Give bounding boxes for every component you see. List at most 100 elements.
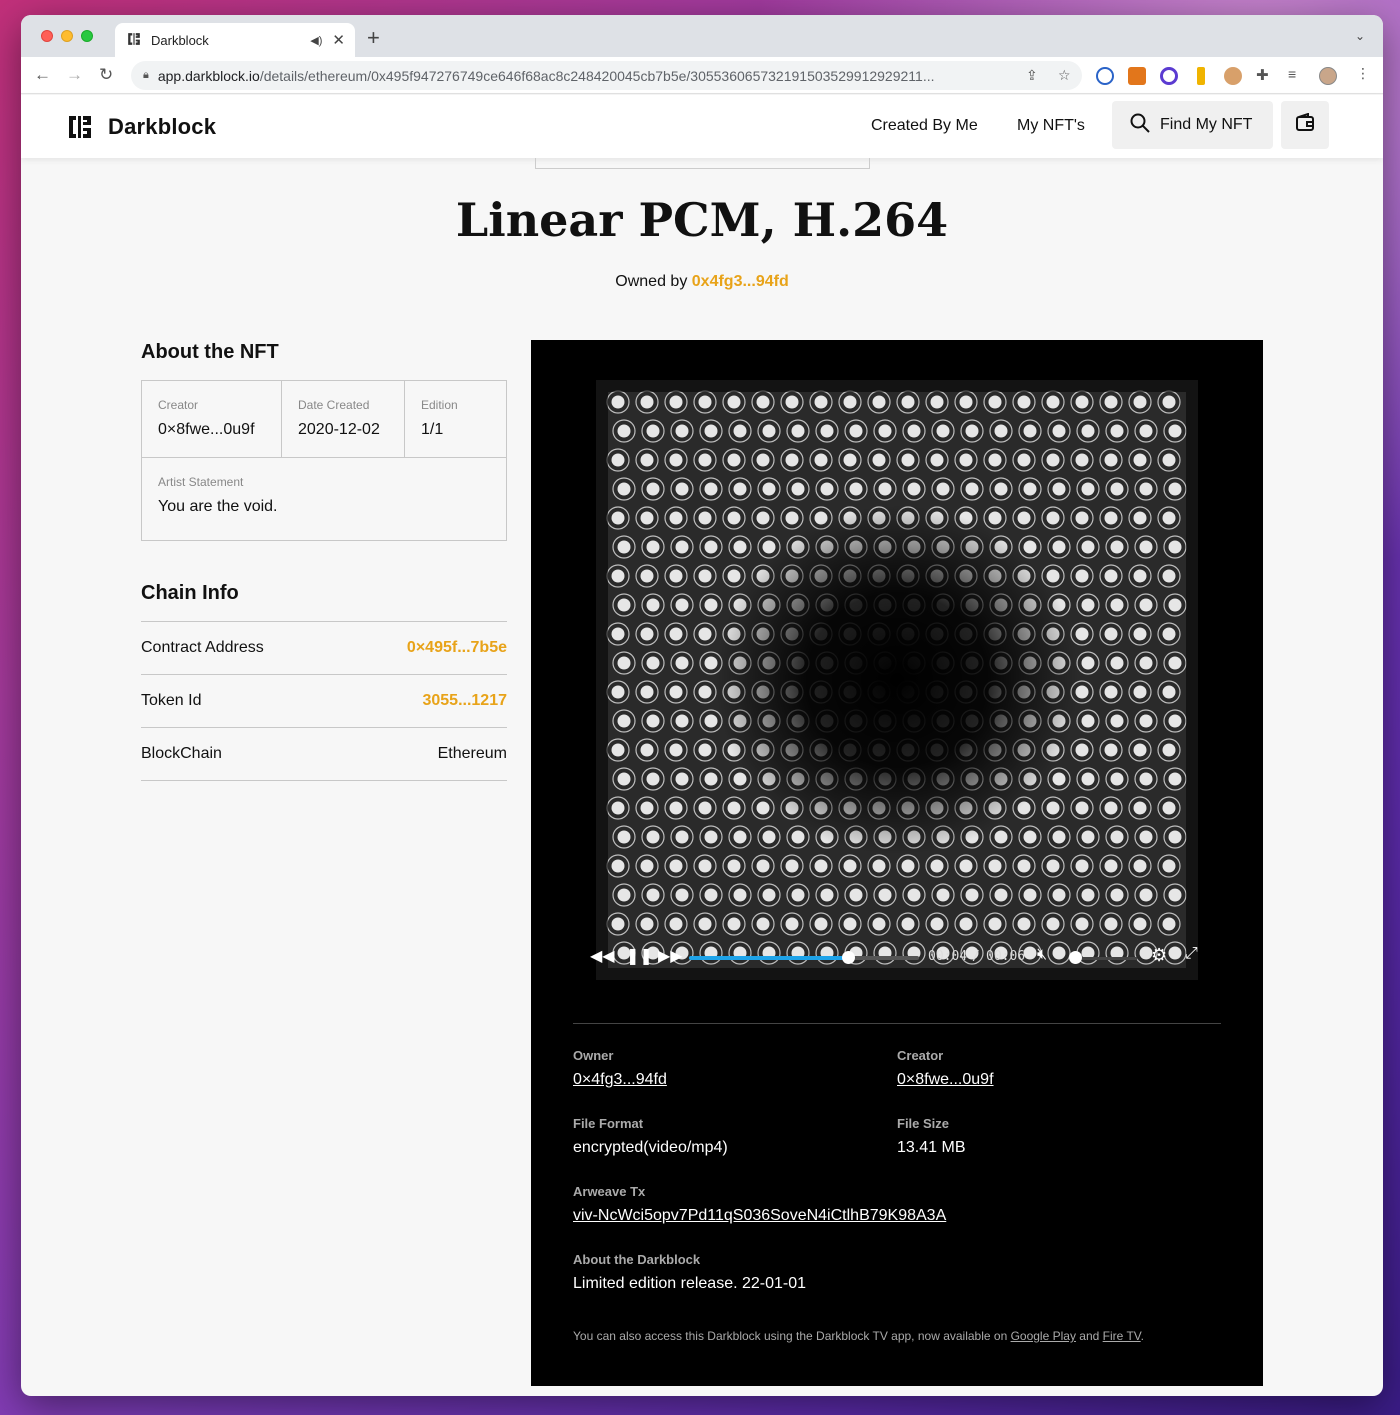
image-frame-edge xyxy=(535,158,870,169)
owner-meta: Owner 0×4fg3...94fd xyxy=(573,1048,667,1089)
close-window-button[interactable] xyxy=(41,30,53,42)
token-id-link[interactable]: 3055...1217 xyxy=(422,692,507,710)
wallet-button[interactable] xyxy=(1281,101,1329,149)
forward-arrow-icon[interactable]: → xyxy=(66,65,83,85)
browser-tab[interactable]: Darkblock ◀) ✕ xyxy=(115,23,355,57)
creator-label: Creator xyxy=(158,398,199,412)
video-frame-artwork xyxy=(596,380,1198,980)
contract-address-label: Contract Address xyxy=(141,639,264,656)
tab-search-chevron-icon[interactable]: ⌄ xyxy=(1355,29,1365,43)
creator-link[interactable]: 0×8fwe...0u9f xyxy=(897,1071,994,1089)
password-manager-extension-icon[interactable] xyxy=(1096,67,1114,85)
nft-title: Linear PCM, H.264 xyxy=(455,193,949,247)
blockchain-label: BlockChain xyxy=(141,745,222,762)
reload-icon[interactable]: ↻ xyxy=(99,65,113,85)
edition-cell: Edition 1/1 xyxy=(405,381,506,457)
find-my-nft-button[interactable]: Find My NFT xyxy=(1112,101,1273,149)
url-text[interactable]: app.darkblock.io/details/ethereum/0x495f… xyxy=(158,68,1008,84)
mute-icon[interactable]: 🔇︎ xyxy=(1037,946,1047,964)
owned-by-label: Owned by xyxy=(615,273,688,290)
app-header: Darkblock Created By Me My NFT's Find My… xyxy=(21,95,1383,158)
arweave-label: Arweave Tx xyxy=(573,1184,646,1199)
file-size-value: 13.41 MB xyxy=(897,1139,966,1156)
avatar-extension-icon[interactable] xyxy=(1224,67,1242,85)
browser-menu-icon[interactable]: ⋮ xyxy=(1356,65,1370,82)
key-extension-icon[interactable] xyxy=(1197,67,1205,85)
url-host: app.darkblock.io xyxy=(157,67,260,84)
extension-icon[interactable] xyxy=(1160,67,1178,85)
lock-icon: 🔒︎ xyxy=(143,69,149,81)
date-created-value: 2020-12-02 xyxy=(298,421,380,438)
creator-meta: Creator 0×8fwe...0u9f xyxy=(897,1048,994,1089)
footnote-and: and xyxy=(1075,1329,1103,1343)
fullscreen-icon[interactable]: ⤢ xyxy=(1185,945,1198,963)
wallet-icon xyxy=(1295,112,1315,138)
nav-my-nfts[interactable]: My NFT's xyxy=(1017,117,1085,135)
zoom-window-button[interactable] xyxy=(81,30,93,42)
token-id-label: Token Id xyxy=(141,692,202,709)
details-divider xyxy=(573,1023,1221,1024)
owned-by-line: Owned by 0x4fg3...94fd xyxy=(21,273,1383,291)
arweave-meta: Arweave Tx viv-NcWci5opv7Pd11qS036SoveN4… xyxy=(573,1184,946,1225)
video-progress-bar[interactable] xyxy=(689,956,919,960)
current-time: 00:04 xyxy=(928,949,968,964)
media-controls-icon[interactable]: ≡ xyxy=(1288,66,1296,82)
video-progress-fill xyxy=(689,956,848,960)
chain-row-contract: Contract Address 0×495f...7b5e xyxy=(141,621,507,674)
video-progress-handle[interactable] xyxy=(841,951,855,964)
date-created-cell: Date Created 2020-12-02 xyxy=(282,381,405,457)
darkblock-favicon-icon xyxy=(127,32,143,48)
app-availability-note: You can also access this Darkblock using… xyxy=(573,1329,1144,1343)
footnote-end: . xyxy=(1140,1329,1145,1343)
share-icon[interactable]: ⇪ xyxy=(1026,67,1038,84)
artist-statement-label: Artist Statement xyxy=(158,475,244,489)
date-created-label: Date Created xyxy=(298,398,370,412)
owner-link[interactable]: 0×4fg3...94fd xyxy=(573,1071,667,1089)
bookmark-star-icon[interactable]: ☆ xyxy=(1058,67,1071,84)
browser-window: Darkblock ◀) ✕ + ⌄ ← → ↻ 🔒︎ app.darkbloc… xyxy=(21,15,1383,1396)
volume-slider[interactable] xyxy=(1075,957,1137,960)
new-tab-icon[interactable]: + xyxy=(367,25,380,51)
creator-value: 0×8fwe...0u9f xyxy=(158,421,255,438)
rewind-icon[interactable]: ◀◀ xyxy=(590,946,615,966)
tab-strip: Darkblock ◀) ✕ + ⌄ xyxy=(21,15,1383,57)
settings-gear-icon[interactable]: ⚙ xyxy=(1151,945,1167,966)
volume-handle[interactable] xyxy=(1069,951,1082,964)
metamask-extension-icon[interactable] xyxy=(1128,67,1146,85)
profile-avatar[interactable] xyxy=(1319,67,1337,85)
footnote-text: You can also access this Darkblock using… xyxy=(573,1329,1011,1343)
owner-label: Owner xyxy=(573,1048,614,1063)
creator-meta-label: Creator xyxy=(897,1048,944,1063)
edition-value: 1/1 xyxy=(421,421,444,438)
darkblock-logo-icon xyxy=(68,115,92,139)
browser-toolbar: ← → ↻ 🔒︎ app.darkblock.io/details/ethere… xyxy=(21,57,1383,94)
file-format-value: encrypted(video/mp4) xyxy=(573,1139,728,1156)
tab-title: Darkblock xyxy=(151,32,209,48)
fast-forward-icon[interactable]: ▶▶ xyxy=(658,946,683,966)
extensions-puzzle-icon[interactable]: ✚ xyxy=(1256,66,1269,84)
nav-created-by-me[interactable]: Created By Me xyxy=(871,117,978,135)
contract-address-link[interactable]: 0×495f...7b5e xyxy=(407,639,507,657)
tab-audio-icon[interactable]: ◀) xyxy=(310,34,322,47)
brand-name: Darkblock xyxy=(108,114,217,139)
address-bar[interactable]: 🔒︎ app.darkblock.io/details/ethereum/0x4… xyxy=(131,61,1082,90)
artist-statement: Artist Statement You are the void. xyxy=(142,457,506,541)
fire-tv-link[interactable]: Fire TV xyxy=(1103,1329,1141,1343)
pause-icon[interactable]: ❚❚ xyxy=(626,946,653,966)
tab-close-icon[interactable]: ✕ xyxy=(332,31,345,49)
back-arrow-icon[interactable]: ← xyxy=(34,65,51,85)
chain-row-blockchain: BlockChain Ethereum xyxy=(141,727,507,780)
video-player[interactable] xyxy=(596,380,1198,980)
duration-time: 00:06 xyxy=(986,949,1026,964)
find-my-nft-label: Find My NFT xyxy=(1160,116,1253,133)
creator-cell: Creator 0×8fwe...0u9f xyxy=(142,381,282,457)
edition-label: Edition xyxy=(421,398,458,412)
arweave-tx-link[interactable]: viv-NcWci5opv7Pd11qS036SoveN4iCtlhB79K98… xyxy=(573,1207,946,1225)
brand-logo[interactable]: Darkblock xyxy=(68,114,216,140)
minimize-window-button[interactable] xyxy=(61,30,73,42)
artist-statement-value: You are the void. xyxy=(158,498,278,515)
file-format-label: File Format xyxy=(573,1116,644,1131)
google-play-link[interactable]: Google Play xyxy=(1011,1329,1076,1343)
file-format-meta: File Format encrypted(video/mp4) xyxy=(573,1116,728,1157)
owner-address-link[interactable]: 0x4fg3...94fd xyxy=(692,273,789,290)
